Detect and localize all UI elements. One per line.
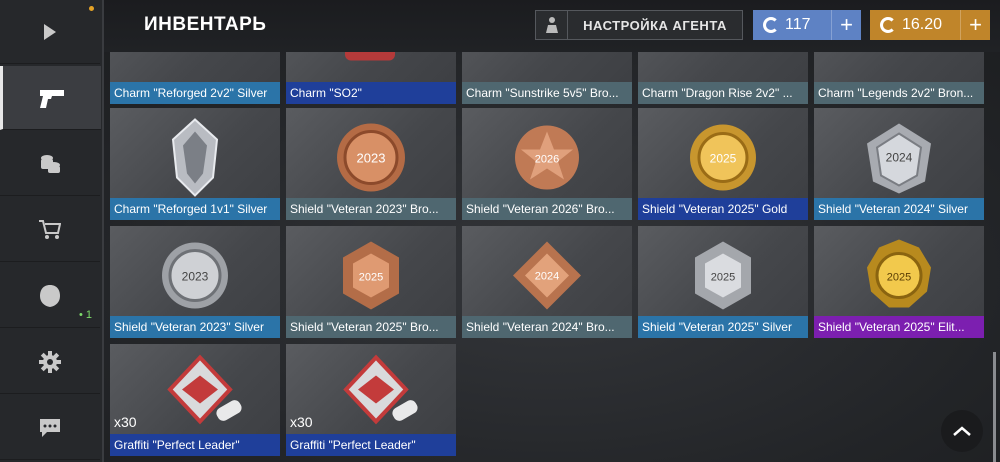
item-count: x30 (290, 414, 313, 430)
badge-art: 2024 (509, 237, 585, 318)
item-label: Shield "Veteran 2024" Bro... (462, 316, 632, 338)
inventory-item[interactable]: 2024 Shield "Veteran 2024" Bro... (462, 226, 632, 338)
agent-settings-button[interactable]: НАСТРОЙКА АГЕНТА (535, 10, 743, 40)
item-label: Shield "Veteran 2023" Silver (110, 316, 280, 338)
inventory-item[interactable]: 2025 Shield "Veteran 2025" Silver (638, 226, 808, 338)
item-label: Charm "Sunstrike 5v5" Bro... (462, 82, 632, 104)
badge-art: 2025 (685, 237, 761, 318)
currency-gold-value: 16.20 (902, 16, 943, 33)
scrollbar[interactable] (993, 352, 996, 462)
badge-year: 2024 (886, 150, 913, 164)
currency-blue-value: 117 (785, 16, 811, 33)
item-label: Shield "Veteran 2025" Silver (638, 316, 808, 338)
graffiti-art (336, 353, 426, 438)
helmet-icon (40, 284, 60, 307)
badge-year: 2023 (182, 269, 209, 283)
inventory-item[interactable]: 2023 Shield "Veteran 2023" Silver (110, 226, 280, 338)
sidebar-item-weapons[interactable] (0, 66, 101, 130)
inventory-item[interactable]: 2025 Shield "Veteran 2025" Bro... (286, 226, 456, 338)
inventory-item[interactable]: Charm "Reforged 1v1" Silver (110, 108, 280, 220)
inventory-item[interactable]: 2023 Shield "Veteran 2023" Bro... (286, 108, 456, 220)
agent-icon (536, 11, 568, 39)
agent-badge: • 1 (78, 309, 92, 321)
item-label: Shield "Veteran 2025" Elit... (814, 316, 984, 338)
currency-blue-add-button[interactable]: + (831, 10, 861, 40)
currency-gold-add-button[interactable]: + (960, 10, 990, 40)
inventory-item[interactable]: 2024 Shield "Veteran 2024" Silver (814, 108, 984, 220)
item-label: Charm "SO2" (286, 82, 456, 104)
sidebar-item-store[interactable] (0, 198, 100, 262)
inventory-item[interactable]: 2026 Shield "Veteran 2026" Bro... (462, 108, 632, 220)
inventory-grid: Charm "Reforged 2v2" Silver Charm "SO2" … (104, 52, 1000, 462)
item-label: Shield "Veteran 2023" Bro... (286, 198, 456, 220)
coins-icon (41, 154, 60, 173)
sidebar-item-chat[interactable] (0, 396, 100, 460)
badge-year: 2025 (359, 271, 383, 283)
sidebar-item-settings[interactable] (0, 330, 100, 394)
item-label: Shield "Veteran 2025" Gold (638, 198, 808, 220)
crystal-charm-art (165, 117, 225, 202)
sidebar-item-agent[interactable]: • 1 (0, 264, 100, 328)
item-count: x30 (114, 414, 137, 430)
inventory-item[interactable]: Charm "SO2" (286, 52, 456, 104)
badge-art: 2025 (333, 237, 409, 318)
badge-year: 2023 (357, 150, 386, 165)
chevron-up-icon (953, 426, 971, 436)
badge-year: 2025 (887, 271, 911, 283)
chat-icon (40, 418, 60, 437)
page-title: ИНВЕНТАРЬ (144, 14, 267, 35)
gear-icon (39, 350, 61, 373)
play-icon (44, 23, 56, 40)
badge-art: 2025 (861, 237, 937, 318)
inventory-item[interactable]: Charm "Legends 2v2" Bron... (814, 52, 984, 104)
inventory-item[interactable]: 2025 Shield "Veteran 2025" Gold (638, 108, 808, 220)
badge-art: 2025 (685, 119, 761, 200)
badge-art: 2024 (861, 119, 937, 200)
scroll-to-top-button[interactable] (941, 410, 983, 452)
badge-art: 2023 (157, 237, 233, 318)
badge-year: 2026 (535, 153, 559, 165)
badge-year: 2024 (535, 270, 559, 282)
item-art (341, 52, 401, 69)
item-label: Charm "Legends 2v2" Bron... (814, 82, 984, 104)
item-label: Charm "Reforged 1v1" Silver (110, 198, 280, 220)
inventory-item[interactable]: Charm "Reforged 2v2" Silver (110, 52, 280, 104)
sidebar-item-coins[interactable] (0, 132, 100, 196)
inventory-screen: • 1 ИНВЕНТАРЬ НАСТРОЙКА АГЕНТА 117 + 16.… (0, 0, 1000, 462)
graffiti-art (160, 353, 250, 438)
header: ИНВЕНТАРЬ НАСТРОЙКА АГЕНТА 117 + 16.20 + (104, 0, 1000, 52)
item-label: Shield "Veteran 2025" Bro... (286, 316, 456, 338)
item-label: Charm "Reforged 2v2" Silver (110, 82, 280, 104)
badge-art: 2026 (509, 119, 585, 200)
badge-year: 2025 (710, 151, 737, 165)
badge-art: 2023 (333, 119, 409, 200)
currency-blue-icon (763, 17, 779, 33)
item-label: Graffiti "Perfect Leader" (286, 434, 456, 456)
inventory-item[interactable]: Charm "Dragon Rise 2v2" ... (638, 52, 808, 104)
pistol-icon (40, 89, 64, 108)
badge-year: 2025 (711, 271, 735, 283)
sidebar: • 1 (0, 0, 104, 462)
agent-settings-label: НАСТРОЙКА АГЕНТА (583, 17, 727, 33)
currency-gold: 16.20 + (870, 10, 990, 40)
inventory-item[interactable]: Charm "Sunstrike 5v5" Bro... (462, 52, 632, 104)
item-label: Graffiti "Perfect Leader" (110, 434, 280, 456)
currency-blue: 117 + (753, 10, 861, 40)
item-label: Shield "Veteran 2026" Bro... (462, 198, 632, 220)
sidebar-item-play[interactable] (0, 0, 100, 64)
cart-icon (39, 219, 61, 239)
inventory-item[interactable]: 2025 Shield "Veteran 2025" Elit... (814, 226, 984, 338)
item-label: Shield "Veteran 2024" Silver (814, 198, 984, 220)
item-label: Charm "Dragon Rise 2v2" ... (638, 82, 808, 104)
inventory-item[interactable]: x30 Graffiti "Perfect Leader" (110, 344, 280, 456)
currency-gold-icon (880, 17, 896, 33)
inventory-item[interactable]: x30 Graffiti "Perfect Leader" (286, 344, 456, 456)
